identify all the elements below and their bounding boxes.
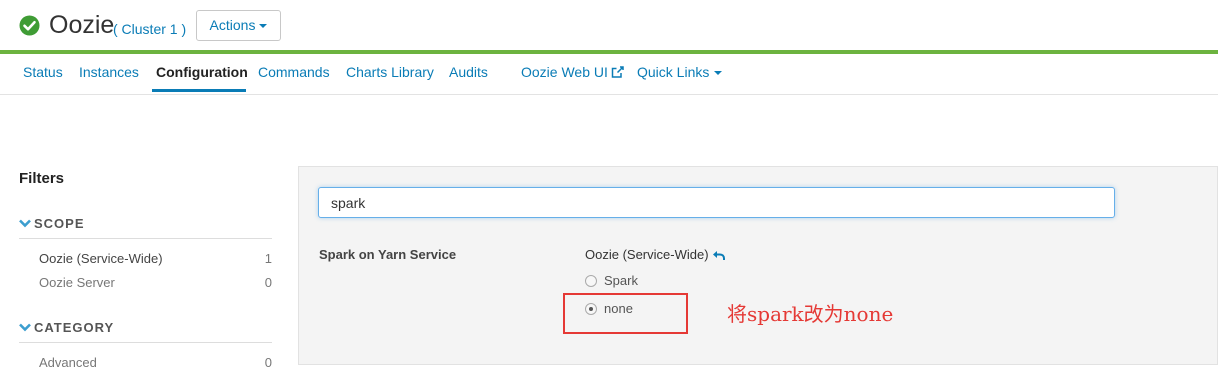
filter-count: 0 bbox=[264, 275, 272, 290]
filter-scope-service-wide[interactable]: Oozie (Service-Wide) 1 bbox=[39, 251, 272, 266]
filter-count: 1 bbox=[264, 251, 272, 266]
filter-label: Oozie (Service-Wide) bbox=[39, 251, 163, 266]
category-heading: CATEGORY bbox=[34, 320, 115, 335]
undo-icon[interactable] bbox=[712, 250, 725, 261]
check-circle-icon bbox=[19, 15, 40, 36]
filter-scope-oozie-server[interactable]: Oozie Server 0 bbox=[39, 275, 272, 290]
annotation-highlight-box bbox=[563, 293, 688, 334]
tab-audits[interactable]: Audits bbox=[449, 64, 488, 80]
search-input[interactable] bbox=[318, 187, 1115, 218]
tab-configuration[interactable]: Configuration bbox=[156, 64, 248, 80]
tab-oozie-web-ui-label: Oozie Web UI bbox=[521, 64, 608, 80]
caret-down-icon bbox=[714, 71, 723, 76]
scope-heading: SCOPE bbox=[34, 216, 85, 231]
filter-label: Oozie Server bbox=[39, 275, 115, 290]
service-header: Oozie ( Cluster 1 ) Actions bbox=[0, 0, 1218, 50]
radio-option-spark[interactable]: Spark bbox=[585, 273, 638, 288]
radio-button[interactable] bbox=[585, 275, 597, 287]
chevron-down-icon bbox=[19, 323, 31, 332]
radio-label: Spark bbox=[604, 273, 638, 288]
tab-instances[interactable]: Instances bbox=[79, 64, 139, 80]
active-tab-indicator bbox=[152, 89, 246, 92]
annotation-text: 将spark改为none bbox=[727, 302, 894, 326]
tab-charts-library[interactable]: Charts Library bbox=[346, 64, 434, 80]
property-name: Spark on Yarn Service bbox=[319, 247, 457, 262]
property-scope-label: Oozie (Service-Wide) bbox=[585, 247, 709, 262]
scope-section-toggle[interactable]: SCOPE bbox=[19, 216, 85, 231]
actions-button[interactable]: Actions bbox=[196, 10, 281, 41]
property-scope: Oozie (Service-Wide) bbox=[585, 247, 725, 262]
tab-status[interactable]: Status bbox=[23, 64, 63, 80]
tab-oozie-web-ui[interactable]: Oozie Web UI bbox=[521, 64, 624, 80]
filters-title: Filters bbox=[19, 170, 65, 187]
tab-quick-links[interactable]: Quick Links bbox=[637, 64, 723, 80]
cluster-link[interactable]: ( Cluster 1 ) bbox=[113, 20, 186, 38]
tab-commands[interactable]: Commands bbox=[258, 64, 330, 80]
caret-down-icon bbox=[259, 24, 268, 29]
chevron-down-icon bbox=[19, 219, 31, 228]
divider bbox=[19, 238, 272, 239]
divider bbox=[19, 342, 272, 343]
category-section-toggle[interactable]: CATEGORY bbox=[19, 320, 114, 335]
service-name: Oozie bbox=[49, 11, 115, 39]
external-link-icon bbox=[611, 66, 624, 78]
actions-label: Actions bbox=[209, 17, 256, 33]
tab-quick-links-label: Quick Links bbox=[637, 64, 710, 80]
